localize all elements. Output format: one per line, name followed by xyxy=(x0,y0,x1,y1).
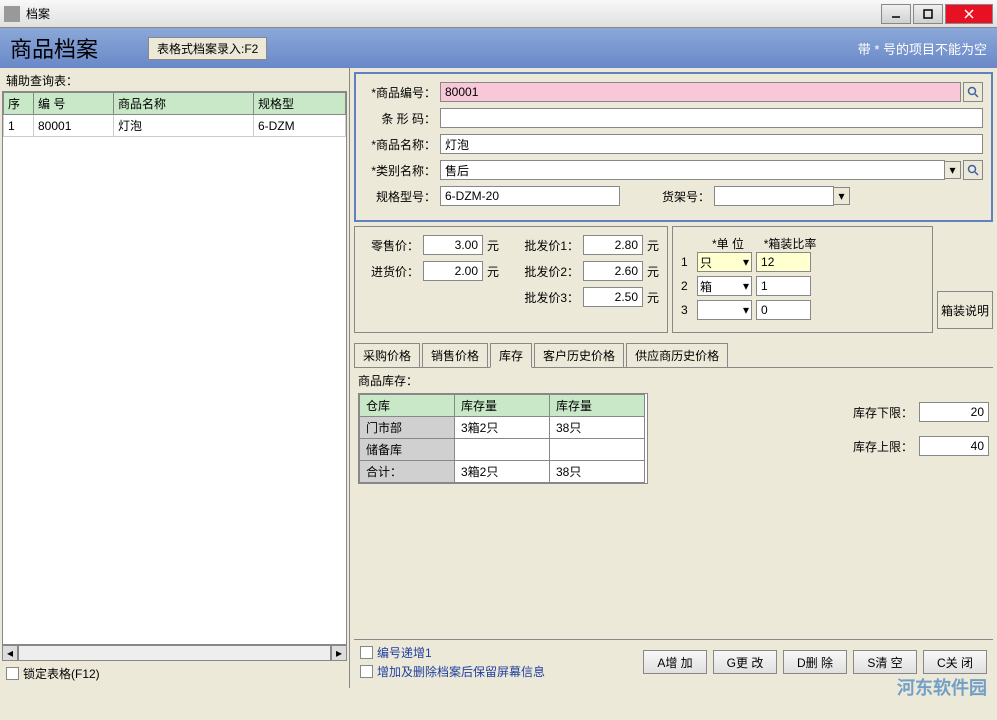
aux-query-table[interactable]: 序 编 号 商品名称 规格型 1 80001 灯泡 6-DZM xyxy=(2,91,347,645)
shelf-dropdown-icon[interactable]: ▾ xyxy=(834,187,850,205)
barcode-input[interactable] xyxy=(440,108,983,128)
aux-query-label: 辅助查询表： xyxy=(2,70,347,91)
ratio3-input[interactable] xyxy=(756,300,811,320)
table-row: 合计： 3箱2只 38只 xyxy=(360,461,645,483)
tab-customer-history[interactable]: 客户历史价格 xyxy=(534,343,624,367)
cost-price-input[interactable] xyxy=(423,261,483,281)
box-desc-button[interactable]: 箱装说明 xyxy=(937,291,993,329)
tab-purchase-price[interactable]: 采购价格 xyxy=(354,343,420,367)
name-label: *商品名称： xyxy=(364,136,436,153)
retail-price-input[interactable] xyxy=(423,235,483,255)
price-box: 零售价： 元 进货价： 元 批发价1： xyxy=(354,226,668,333)
tab-sale-price[interactable]: 销售价格 xyxy=(422,343,488,367)
window-title: 档案 xyxy=(26,5,881,22)
stock-upper-input[interactable] xyxy=(919,436,989,456)
col-code: 编 号 xyxy=(34,93,114,115)
auto-increment-label: 编号递增1 xyxy=(377,644,432,661)
code-search-button[interactable] xyxy=(963,82,983,102)
footer: 编号递增1 增加及删除档案后保留屏幕信息 A增 加 G更 改 D删 除 S清 空… xyxy=(354,639,993,684)
name-input[interactable] xyxy=(440,134,983,154)
barcode-label: 条 形 码： xyxy=(364,110,436,127)
wholesale3-input[interactable] xyxy=(583,287,643,307)
unit3-select[interactable]: ▾ xyxy=(697,300,752,320)
scroll-left-icon[interactable]: ◂ xyxy=(2,645,18,661)
maximize-button[interactable] xyxy=(913,4,943,24)
clear-button[interactable]: S清 空 xyxy=(853,650,917,674)
page-title: 商品档案 xyxy=(10,32,98,64)
col-spec: 规格型 xyxy=(254,93,346,115)
stock-lower-label: 库存下限： xyxy=(853,404,913,421)
category-search-button[interactable] xyxy=(963,160,983,180)
add-button[interactable]: A增 加 xyxy=(643,650,707,674)
wholesale1-input[interactable] xyxy=(583,235,643,255)
ratio2-input[interactable] xyxy=(756,276,811,296)
table-row: 储备库 xyxy=(360,439,645,461)
code-input[interactable] xyxy=(440,82,961,102)
spec-input[interactable] xyxy=(440,186,620,206)
product-form: *商品编号： 条 形 码： *商品名称： *类别名称： ▾ 规格型号： xyxy=(354,72,993,222)
left-panel: 辅助查询表： 序 编 号 商品名称 规格型 1 80001 灯泡 6-DZM ◂ xyxy=(0,68,350,688)
keep-info-label: 增加及删除档案后保留屏幕信息 xyxy=(377,663,545,680)
required-note: 带 * 号的项目不能为空 xyxy=(858,39,987,58)
tab-stock[interactable]: 库存 xyxy=(490,343,532,368)
lock-table-checkbox[interactable] xyxy=(6,667,19,680)
unit1-select[interactable]: 只▾ xyxy=(697,252,752,272)
close-footer-button[interactable]: C关 闭 xyxy=(923,650,987,674)
close-button[interactable] xyxy=(945,4,993,24)
keep-info-checkbox[interactable] xyxy=(360,665,373,678)
scroll-right-icon[interactable]: ▸ xyxy=(331,645,347,661)
page-header: 商品档案 表格式档案录入:F2 带 * 号的项目不能为空 xyxy=(0,28,997,68)
stock-lower-input[interactable] xyxy=(919,402,989,422)
shelf-label: 货架号： xyxy=(620,188,710,205)
ratio1-input[interactable] xyxy=(756,252,811,272)
delete-button[interactable]: D删 除 xyxy=(783,650,847,674)
horizontal-scrollbar[interactable]: ◂ ▸ xyxy=(2,645,347,661)
titlebar: 档案 xyxy=(0,0,997,28)
table-row[interactable]: 1 80001 灯泡 6-DZM xyxy=(4,115,346,137)
code-label: *商品编号： xyxy=(364,84,436,101)
col-name: 商品名称 xyxy=(114,93,254,115)
wholesale2-input[interactable] xyxy=(583,261,643,281)
category-input[interactable] xyxy=(440,160,945,180)
category-label: *类别名称： xyxy=(364,162,436,179)
minimize-button[interactable] xyxy=(881,4,911,24)
shelf-input[interactable] xyxy=(714,186,834,206)
lock-table-label: 锁定表格(F12) xyxy=(23,665,100,682)
category-dropdown-icon[interactable]: ▾ xyxy=(945,161,961,179)
stock-upper-label: 库存上限： xyxy=(853,438,913,455)
app-icon xyxy=(4,6,20,22)
col-seq: 序 xyxy=(4,93,34,115)
unit2-select[interactable]: 箱▾ xyxy=(697,276,752,296)
modify-button[interactable]: G更 改 xyxy=(713,650,777,674)
unit-box: *单 位 *箱装比率 1 只▾ 2 箱▾ 3 ▾ xyxy=(672,226,933,333)
spec-label: 规格型号： xyxy=(364,188,436,205)
stock-area: 商品库存： 仓库 库存量 库存量 门市部 3箱2只 38只 xyxy=(354,368,993,639)
tabs: 采购价格 销售价格 库存 客户历史价格 供应商历史价格 xyxy=(354,343,993,368)
auto-increment-checkbox[interactable] xyxy=(360,646,373,659)
right-panel: *商品编号： 条 形 码： *商品名称： *类别名称： ▾ 规格型号： xyxy=(350,68,997,688)
tab-supplier-history[interactable]: 供应商历史价格 xyxy=(626,343,728,367)
table-row: 门市部 3箱2只 38只 xyxy=(360,417,645,439)
stock-label: 商品库存： xyxy=(358,372,809,389)
table-entry-f2-button[interactable]: 表格式档案录入:F2 xyxy=(148,37,267,60)
stock-table: 仓库 库存量 库存量 门市部 3箱2只 38只 储备库 xyxy=(358,393,648,484)
